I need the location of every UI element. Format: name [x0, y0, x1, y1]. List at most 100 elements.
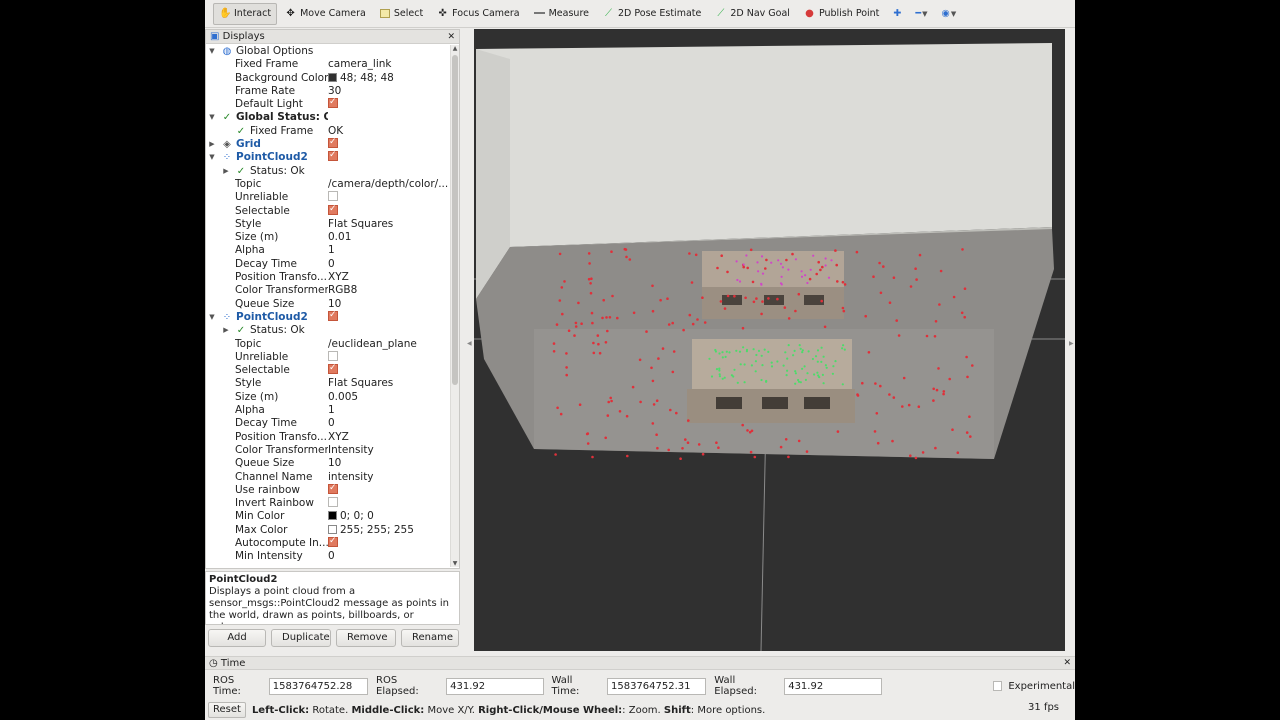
interact-tool[interactable]: ✋ Interact [213, 2, 278, 25]
display-tree-value[interactable]: 255; 255; 255 [340, 524, 414, 536]
remove-button[interactable]: Remove [336, 629, 396, 647]
display-tree-value-cell[interactable]: 30 [328, 85, 448, 98]
display-tree-value-cell[interactable] [328, 310, 448, 324]
display-tree-value-cell[interactable]: camera_link [328, 58, 448, 71]
display-tree-value-cell[interactable] [328, 98, 448, 111]
display-tree-row[interactable]: Color Transformer RGB8 [206, 284, 451, 297]
display-tree-value[interactable]: RGB8 [328, 284, 357, 296]
display-tree-row[interactable]: Position Transfo... XYZ [206, 431, 451, 444]
display-tree-row[interactable]: Style Flat Squares [206, 377, 451, 390]
display-tree-value-cell[interactable]: 0; 0; 0 [328, 510, 448, 523]
display-tree-value[interactable]: 0 [328, 550, 335, 562]
display-tree-row[interactable]: Position Transfo... XYZ [206, 271, 451, 284]
display-tree-row[interactable]: Decay Time 0 [206, 417, 451, 430]
display-tree-value-cell[interactable]: 0 [328, 550, 448, 563]
display-tree-value-cell[interactable]: Flat Squares [328, 377, 448, 390]
display-checkbox[interactable] [328, 536, 338, 548]
display-checkbox[interactable] [328, 98, 338, 109]
display-tree-row[interactable]: Default Light [206, 98, 451, 111]
display-tree-value[interactable]: 0; 0; 0 [340, 510, 374, 522]
display-tree-value-cell[interactable] [328, 138, 448, 151]
display-checkbox[interactable] [328, 497, 338, 508]
display-tree-value[interactable]: 0 [328, 417, 335, 429]
display-tree-row[interactable]: Frame Rate 30 [206, 85, 451, 98]
display-tree-value-cell[interactable]: 255; 255; 255 [328, 524, 448, 537]
wall-time-field[interactable]: 1583764752.31 [607, 677, 707, 695]
display-tree-value-cell[interactable]: intensity [328, 471, 448, 484]
display-tree-value[interactable]: Flat Squares [328, 377, 393, 389]
display-tree-value-cell[interactable] [328, 204, 448, 218]
display-tree-row[interactable]: Queue Size 10 [206, 298, 451, 311]
display-checkbox[interactable] [328, 138, 338, 149]
display-tree-value-cell[interactable]: 0 [328, 417, 448, 430]
display-tree-row[interactable]: Color Transformer Intensity [206, 444, 451, 457]
display-tree-value-cell[interactable] [328, 350, 448, 364]
display-tree-value-cell[interactable]: /euclidean_plane [328, 338, 448, 351]
display-tree-row[interactable]: Alpha 1 [206, 404, 451, 417]
rename-button[interactable]: Rename [401, 629, 459, 647]
expand-down-icon[interactable]: ▼ [208, 311, 216, 324]
display-tree-row[interactable]: Decay Time 0 [206, 258, 451, 271]
display-tree-row[interactable]: Selectable [206, 204, 451, 218]
display-tree-row[interactable]: ▶ ✓ Status: Ok [206, 324, 451, 337]
duplicate-button[interactable]: Duplicate [271, 629, 331, 647]
display-tree-row[interactable]: ▼ ◍ Global Options [206, 45, 451, 58]
display-tree-value-cell[interactable]: 48; 48; 48 [328, 72, 448, 85]
display-tree-value-cell[interactable]: 1 [328, 404, 448, 417]
display-tree-row[interactable]: Size (m) 0.005 [206, 391, 451, 404]
display-tree-value[interactable]: XYZ [328, 271, 349, 283]
scroll-thumb[interactable] [452, 55, 458, 385]
display-tree-value[interactable]: 48; 48; 48 [340, 72, 394, 84]
remove-tool-button[interactable]: ━ ▼ [909, 3, 933, 25]
display-tree-value-cell[interactable]: OK [328, 125, 448, 138]
expand-down-icon[interactable]: ▼ [208, 45, 216, 58]
display-checkbox[interactable] [328, 191, 338, 202]
display-tree-value-cell[interactable]: XYZ [328, 271, 448, 284]
displays-scrollbar[interactable]: ▲ ▼ [450, 45, 459, 567]
display-tree-row[interactable]: ▼ ⁘ PointCloud2 [206, 151, 451, 164]
display-tree-value[interactable]: 10 [328, 298, 341, 310]
display-tree-value-cell[interactable]: Flat Squares [328, 218, 448, 231]
close-icon[interactable]: ✕ [1063, 657, 1071, 670]
display-tree-row[interactable]: Unreliable [206, 350, 451, 364]
display-tree-row[interactable]: Topic/euclidean_plane [206, 338, 451, 351]
display-tree-row[interactable]: Queue Size 10 [206, 457, 451, 470]
display-tree-value-cell[interactable] [328, 191, 448, 204]
display-tree-row[interactable]: Unreliable [206, 191, 451, 204]
display-tree-value[interactable]: /euclidean_plane [328, 338, 417, 350]
display-tree-value-cell[interactable]: 0 [328, 258, 448, 271]
display-tree-value[interactable]: 30 [328, 85, 341, 97]
display-tree-value-cell[interactable]: 0.005 [328, 391, 448, 404]
color-swatch[interactable] [328, 511, 337, 521]
expand-right-icon[interactable]: ▶ [222, 324, 230, 337]
display-tree-row[interactable]: ▶ ◈ Grid [206, 138, 451, 151]
display-tree-value[interactable]: Flat Squares [328, 218, 393, 230]
scroll-down-icon[interactable]: ▼ [451, 560, 459, 567]
move-camera-tool[interactable]: ✥ Move Camera [279, 3, 372, 25]
display-tree-value-cell[interactable]: 10 [328, 298, 448, 311]
display-tree-row[interactable]: Max Color 255; 255; 255 [206, 524, 451, 537]
splitter-handle-left[interactable]: ◀ [467, 340, 472, 347]
display-tree-row[interactable]: Background Color 48; 48; 48 [206, 72, 451, 85]
display-tree-value-cell[interactable]: 0.01 [328, 231, 448, 244]
display-tree-value-cell[interactable]: /camera/depth/color/... [328, 178, 448, 191]
2d-pose-estimate-tool[interactable]: ⟋ 2D Pose Estimate [597, 3, 707, 25]
display-tree-row[interactable]: Channel Name intensity [206, 471, 451, 484]
display-tree-value[interactable]: 1 [328, 244, 335, 256]
display-tree-value[interactable]: Intensity [328, 444, 374, 456]
splitter-handle-right[interactable]: ▶ [1069, 340, 1074, 347]
display-tree-row[interactable]: ▼ ✓ Global Status: Ok [206, 111, 451, 124]
reset-button[interactable]: Reset [208, 702, 246, 718]
expand-right-icon[interactable]: ▶ [222, 165, 230, 178]
display-tree-value[interactable]: 0.01 [328, 231, 351, 243]
display-tree-value[interactable]: 10 [328, 457, 341, 469]
color-swatch[interactable] [328, 72, 337, 82]
display-tree-row[interactable]: ✓ Fixed Frame OK [206, 125, 451, 138]
add-button[interactable]: Add [208, 629, 266, 647]
display-tree-value-cell[interactable] [328, 497, 448, 510]
display-tree-value-cell[interactable] [328, 536, 448, 550]
wall-elapsed-field[interactable]: 431.92 [784, 677, 882, 695]
display-tree-row[interactable]: Autocompute In... [206, 536, 451, 550]
display-tree-value[interactable]: 1 [328, 404, 335, 416]
display-tree-value[interactable]: OK [328, 125, 343, 137]
